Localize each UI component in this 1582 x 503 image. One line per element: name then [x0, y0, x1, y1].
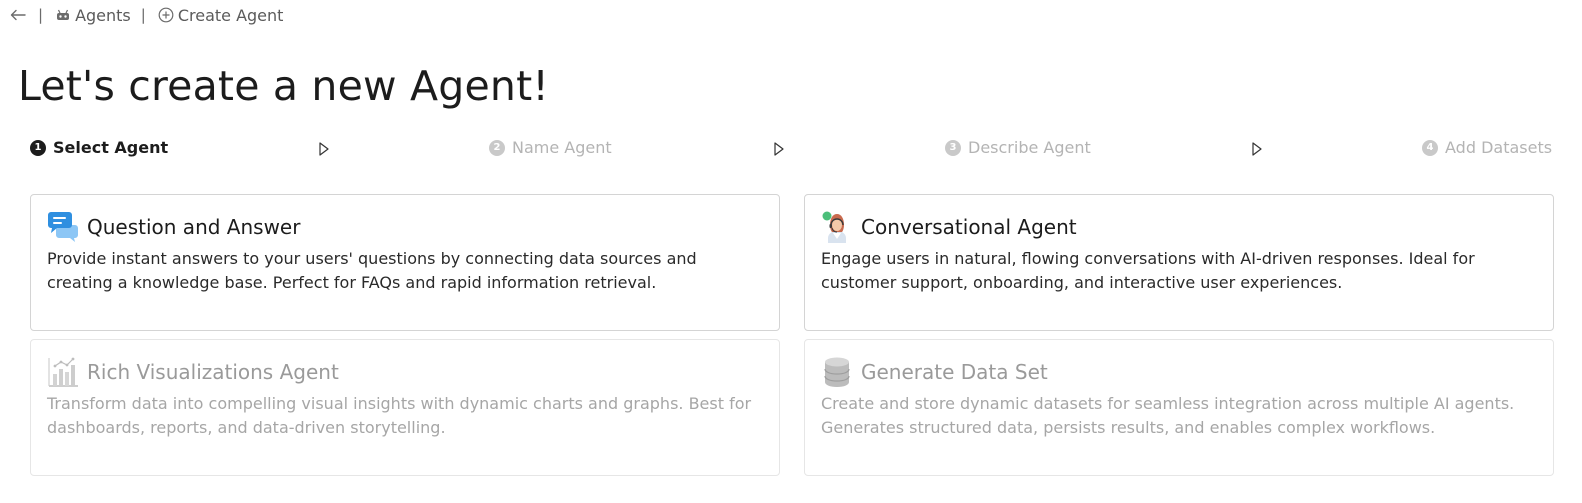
agent-card-description: Create and store dynamic datasets for se… — [821, 394, 1515, 437]
chat-bubbles-icon — [48, 212, 78, 242]
agent-card-title: Rich Visualizations Agent — [87, 360, 339, 384]
bar-chart-icon — [48, 357, 78, 387]
step-arrow-icon — [319, 142, 329, 156]
support-agent-icon — [822, 211, 846, 243]
agent-card-question-answer[interactable]: Question and Answer Provide instant answ… — [30, 194, 780, 331]
agent-card-description: Transform data into compelling visual in… — [47, 394, 752, 437]
step-number: 1 — [30, 139, 46, 156]
agent-card-description: Provide instant answers to your users' q… — [47, 249, 697, 292]
agent-card-generate-data-set: Generate Data Set Create and store dynam… — [804, 339, 1554, 476]
step-number: 3 — [945, 139, 961, 156]
step-select-agent[interactable]: 1 Select Agent — [30, 138, 168, 157]
agent-card-title: Question and Answer — [87, 215, 301, 239]
step-label: Describe Agent — [968, 138, 1091, 157]
agent-card-rich-visualizations: Rich Visualizations Agent Transform data… — [30, 339, 780, 476]
robot-icon — [55, 8, 71, 22]
stepper: 1 Select Agent 2 Name Agent 3 Describe A… — [30, 138, 1554, 160]
step-name-agent[interactable]: 2 Name Agent — [489, 138, 612, 157]
breadcrumb-separator: | — [140, 6, 146, 24]
agent-card-title: Generate Data Set — [861, 360, 1048, 384]
step-label: Add Datasets — [1445, 138, 1553, 157]
step-describe-agent[interactable]: 3 Describe Agent — [945, 138, 1091, 157]
breadcrumb-agents[interactable]: Agents — [55, 6, 131, 25]
back-arrow-icon[interactable] — [10, 6, 28, 24]
breadcrumb-separator: | — [38, 6, 44, 24]
step-number: 2 — [489, 139, 505, 156]
step-arrow-icon — [774, 142, 784, 156]
plus-circle-icon — [158, 7, 174, 23]
step-label: Name Agent — [512, 138, 612, 157]
agent-card-description: Engage users in natural, flowing convers… — [821, 249, 1475, 292]
step-add-datasets[interactable]: 4 Add Datasets — [1422, 138, 1552, 157]
step-number: 4 — [1422, 139, 1438, 156]
breadcrumb-create-agent[interactable]: Create Agent — [158, 5, 284, 25]
agent-card-title: Conversational Agent — [861, 215, 1077, 239]
page-title: Let's create a new Agent! — [18, 62, 549, 110]
database-icon — [824, 357, 850, 387]
breadcrumb: | Agents | Create Agent — [10, 4, 283, 26]
breadcrumb-agents-label: Agents — [75, 5, 131, 25]
step-label: Select Agent — [53, 138, 169, 157]
create-agent-page: | Agents | Create Agent Let's create a n… — [0, 0, 1582, 503]
step-arrow-icon — [1252, 142, 1262, 156]
breadcrumb-create-agent-label: Create Agent — [177, 5, 284, 25]
agent-card-conversational[interactable]: Conversational Agent Engage users in nat… — [804, 194, 1554, 331]
